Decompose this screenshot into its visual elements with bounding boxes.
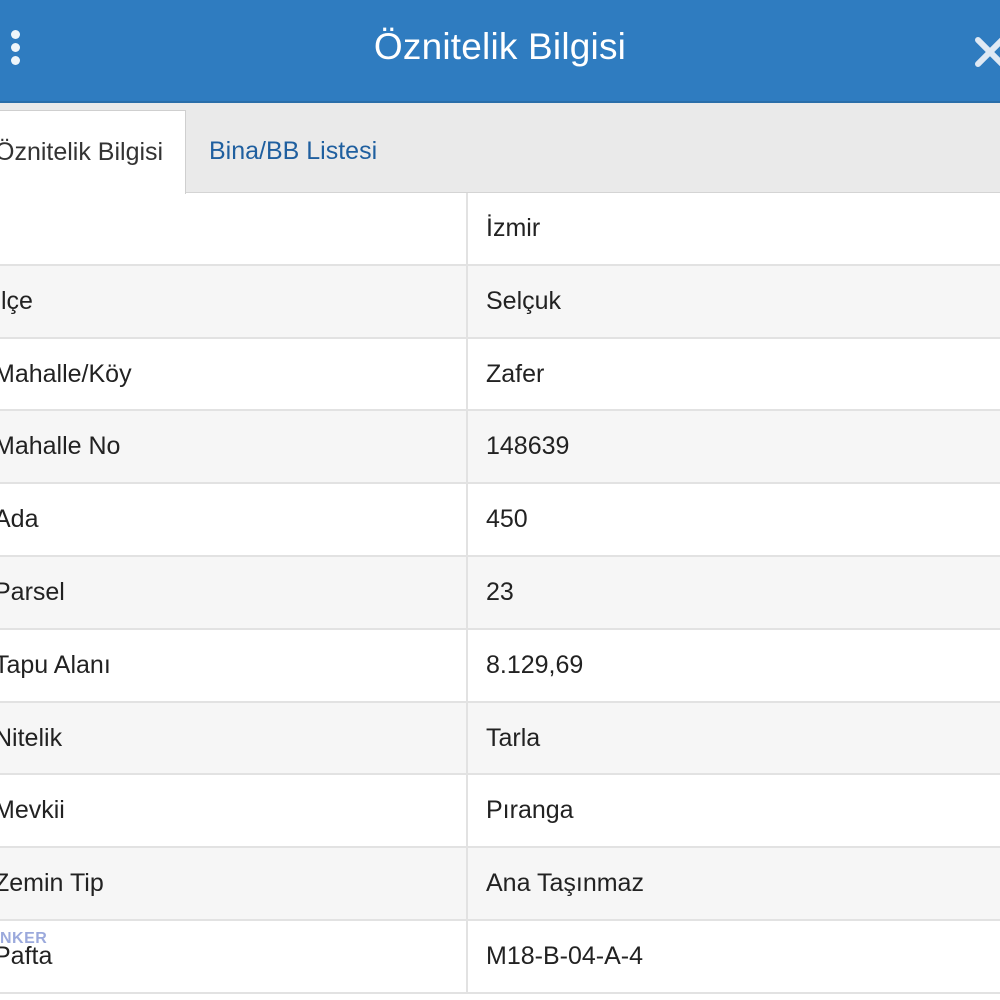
tab-strip: Öznitelik Bilgisi Bina/BB Listesi [0,103,1000,194]
row-label: Mahalle/Köy [0,338,468,410]
row-value: Tarla [486,723,541,752]
row-label: Ada [0,484,468,555]
table-row: Zemin Tip Ana Taşınmaz [0,848,1000,921]
table-row: Parsel 23 [0,556,1000,630]
table-row: Mevkii Pıranga [0,775,1000,849]
close-icon[interactable] [972,34,1000,70]
attribute-info-dialog: Öznitelik Bilgisi Öznitelik Bilgisi Bina… [0,0,1000,1000]
table-row: Pafta M18-B-04-A-4 [0,920,1000,994]
row-label: Mevkii [0,775,468,847]
row-label: Tapu Alanı [0,629,468,701]
tab-attribute-info[interactable]: Öznitelik Bilgisi [0,110,186,194]
table-row: Mahalle No 148639 [0,411,1000,485]
row-label [0,193,468,264]
row-value: 8.129,69 [486,650,584,679]
row-value: M18-B-04-A-4 [486,941,643,970]
row-value: 450 [486,505,528,534]
table-row: Ada 450 [0,484,1000,557]
tab-label: Bina/BB Listesi [209,137,378,165]
row-label: Pafta [0,920,468,992]
table-row: Tapu Alanı 8.129,69 [0,629,1000,703]
row-value: Selçuk [486,286,562,315]
table-row: Nitelik Tarla [0,702,1000,776]
row-label: Nitelik [0,702,468,774]
dialog-title: Öznitelik Bilgisi [373,26,627,67]
row-label: Mahalle No [0,411,468,483]
dialog-header: Öznitelik Bilgisi [0,0,1000,103]
row-label: Zemin Tip [0,848,468,919]
table-row: İzmir [0,193,1000,266]
row-value: 23 [486,577,514,606]
table-row: Mahalle/Köy Zafer [0,338,1000,412]
row-value: İzmir [486,214,541,242]
watermark: NKER [0,930,48,947]
attribute-table: İzmir İlçe Selçuk Mahalle/Köy Zafer Maha… [0,193,1000,994]
tab-label: Öznitelik Bilgisi [0,138,164,166]
tab-building-list[interactable]: Bina/BB Listesi [209,110,377,193]
row-label: Parsel [0,556,468,628]
row-label: İlçe [0,265,468,337]
row-value: Pıranga [486,796,574,825]
row-value: Zafer [486,359,545,388]
row-value: Ana Taşınmaz [486,869,644,898]
row-value: 148639 [486,432,570,461]
table-row: İlçe Selçuk [0,265,1000,339]
